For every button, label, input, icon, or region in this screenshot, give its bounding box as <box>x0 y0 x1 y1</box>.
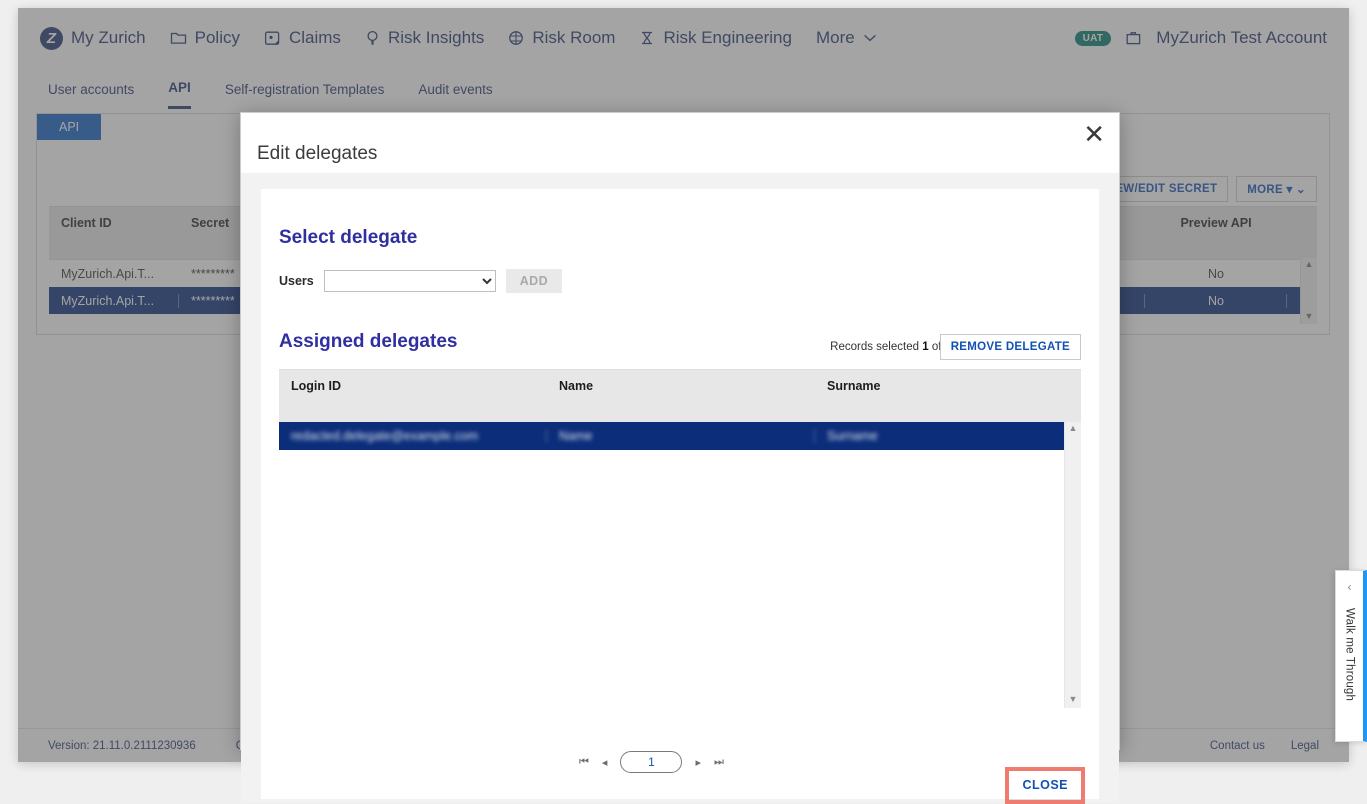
modal-title: Edit delegates <box>257 143 377 165</box>
cell-client-id: MyZurich.Api.T... <box>49 267 179 281</box>
pager-prev-icon[interactable]: ◂ <box>602 756 608 769</box>
nav-label-risk-engineering: Risk Engineering <box>663 28 792 48</box>
users-select[interactable] <box>324 270 496 292</box>
nav-label-policy: Policy <box>195 28 240 48</box>
nav-label-my-zurich: My Zurich <box>71 28 146 48</box>
delegates-col-login-id[interactable]: Login ID <box>279 370 547 422</box>
sub-navigation-tabs: User accounts API Self-registration Temp… <box>18 68 1349 110</box>
cell-name: Name <box>547 429 815 443</box>
pager-current-page[interactable]: 1 <box>620 751 682 773</box>
delegates-header-row: Login ID Name Surname <box>279 370 1081 422</box>
grid-col-client-id[interactable]: Client ID <box>49 207 179 259</box>
cell-preview-api: No <box>1145 267 1287 281</box>
delegates-vertical-scrollbar[interactable]: ▲ ▼ <box>1064 422 1081 708</box>
add-delegate-button[interactable]: ADD <box>506 269 562 293</box>
chevron-left-icon[interactable]: ‹ <box>1348 580 1352 594</box>
tab-self-registration-templates[interactable]: Self-registration Templates <box>225 71 385 108</box>
walk-me-through-label: Walk me Through <box>1344 608 1356 701</box>
zurich-logo-icon: Z <box>40 27 63 50</box>
cell-login-id: redacted.delegate@example.com <box>279 429 547 443</box>
records-selected-count: 1 <box>922 341 928 353</box>
nav-item-risk-room[interactable]: Risk Room <box>508 28 615 48</box>
walk-me-through-tab[interactable]: ‹ Walk me Through <box>1335 570 1367 742</box>
scroll-up-arrow-icon[interactable]: ▲ <box>1065 422 1081 435</box>
risk-engineering-icon <box>639 30 655 46</box>
briefcase-icon <box>1125 30 1142 46</box>
modal-body: Select delegate Users ADD Assigned deleg… <box>241 173 1119 803</box>
footer-link-legal[interactable]: Legal <box>1291 740 1319 752</box>
nav-item-my-zurich[interactable]: Z My Zurich <box>40 27 146 50</box>
delegates-col-surname[interactable]: Surname <box>815 370 1081 422</box>
globe-icon <box>508 30 524 46</box>
grid-vertical-scrollbar[interactable]: ▲ ▼ <box>1300 258 1317 324</box>
grid-toolbar: VIEW/EDIT SECRET MORE ▾ ⌄ <box>1093 176 1317 202</box>
delegates-grid-body: redacted.delegate@example.com Name Surna… <box>279 422 1081 708</box>
nav-label-risk-insights: Risk Insights <box>388 28 484 48</box>
assigned-delegates-grid: Login ID Name Surname redacted.delegate@… <box>279 369 1081 707</box>
modal-content-card: Select delegate Users ADD Assigned deleg… <box>261 189 1099 799</box>
more-button[interactable]: MORE ▾ ⌄ <box>1236 176 1317 202</box>
cell-surname: Surname <box>815 429 1081 443</box>
scroll-up-arrow-icon[interactable]: ▲ <box>1301 258 1317 270</box>
pager-next-icon[interactable]: ▸ <box>695 756 701 769</box>
footer-version: Version: 21.11.0.2111230936 <box>48 740 196 752</box>
tab-api[interactable]: API <box>168 69 191 109</box>
select-delegate-heading: Select delegate <box>279 227 417 249</box>
scroll-down-arrow-icon[interactable]: ▼ <box>1301 310 1317 322</box>
nav-item-risk-insights[interactable]: Risk Insights <box>365 28 484 48</box>
users-label: Users <box>279 274 314 288</box>
grid-pager: ⏮ ◂ 1 ▸ ⏭ <box>579 751 724 773</box>
nav-item-more[interactable]: More <box>816 28 877 48</box>
remove-delegate-button[interactable]: REMOVE DELEGATE <box>940 334 1081 360</box>
nav-label-more: More <box>816 28 855 48</box>
cell-client-id: MyZurich.Api.T... <box>49 294 179 308</box>
environment-badge: UAT <box>1075 31 1112 46</box>
table-row[interactable]: redacted.delegate@example.com Name Surna… <box>279 422 1081 450</box>
edit-delegates-modal: ✕ Edit delegates Select delegate Users A… <box>240 112 1120 750</box>
nav-item-risk-engineering[interactable]: Risk Engineering <box>639 28 792 48</box>
close-button[interactable]: CLOSE <box>1009 771 1081 800</box>
nav-label-risk-room: Risk Room <box>532 28 615 48</box>
chevron-down-icon <box>863 33 877 43</box>
claims-icon <box>264 30 281 46</box>
users-selection-row: Users ADD <box>279 269 562 293</box>
close-button-highlight: CLOSE <box>1005 767 1085 804</box>
nav-label-claims: Claims <box>289 28 341 48</box>
footer-link-contact-us[interactable]: Contact us <box>1210 740 1265 752</box>
lightbulb-icon <box>365 30 380 46</box>
nav-item-claims[interactable]: Claims <box>264 28 341 48</box>
nav-item-policy[interactable]: Policy <box>170 28 240 48</box>
records-selected-label: Records selected 1 of 1 <box>830 341 951 353</box>
pager-first-icon[interactable]: ⏮ <box>579 756 589 769</box>
scroll-down-arrow-icon[interactable]: ▼ <box>1065 693 1081 706</box>
api-section-chip[interactable]: API <box>37 114 101 140</box>
top-navigation-right: UAT MyZurich Test Account <box>1075 28 1327 48</box>
records-selected-prefix: Records selected <box>830 341 919 353</box>
account-name-label[interactable]: MyZurich Test Account <box>1156 28 1327 48</box>
top-navigation-bar: Z My Zurich Policy Claims Risk Insights <box>18 8 1349 68</box>
delegates-col-name[interactable]: Name <box>547 370 815 422</box>
close-icon[interactable]: ✕ <box>1083 121 1105 147</box>
cell-preview-api: No <box>1145 294 1287 308</box>
assigned-delegates-heading: Assigned delegates <box>279 331 457 353</box>
tab-audit-events[interactable]: Audit events <box>418 71 492 108</box>
tab-user-accounts[interactable]: User accounts <box>48 71 134 108</box>
pager-last-icon[interactable]: ⏭ <box>714 756 724 769</box>
grid-col-preview-api[interactable]: Preview API <box>1145 207 1287 259</box>
folder-icon <box>170 30 187 46</box>
